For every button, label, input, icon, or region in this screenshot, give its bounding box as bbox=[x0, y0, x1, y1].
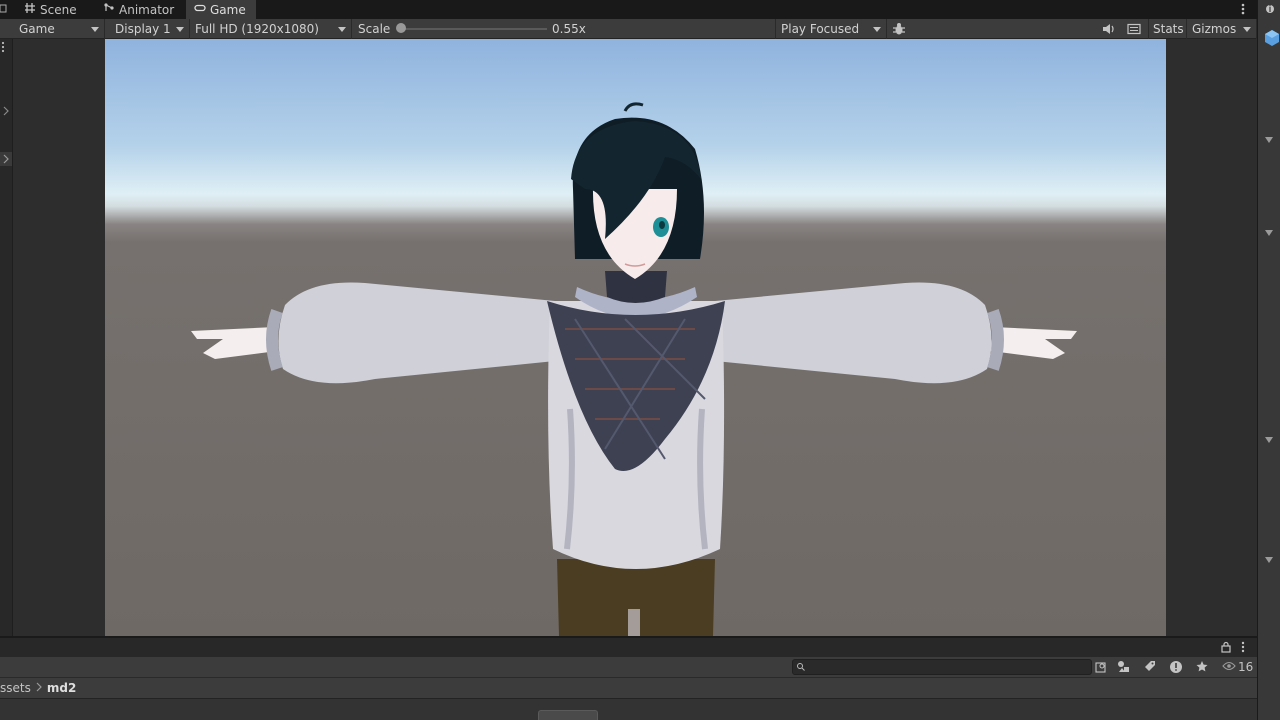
gamepad-icon bbox=[194, 2, 206, 17]
tab-scene[interactable]: Scene bbox=[16, 0, 85, 19]
label-tag-icon[interactable] bbox=[1143, 659, 1157, 675]
play-mode-dropdown[interactable]: Play Focused bbox=[775, 19, 887, 39]
asset-thumbnail[interactable] bbox=[538, 710, 598, 720]
panel-menu-icon[interactable] bbox=[0, 2, 8, 16]
more-options-icon[interactable] bbox=[0, 40, 8, 54]
chevron-down-icon bbox=[91, 27, 99, 32]
asset-grid bbox=[0, 699, 1257, 720]
search-icon bbox=[796, 661, 806, 676]
tab-label: Animator bbox=[119, 2, 175, 17]
chevron-down-icon bbox=[873, 27, 881, 32]
tab-animator[interactable]: Animator bbox=[95, 0, 182, 19]
chevron-down-icon[interactable] bbox=[1264, 134, 1274, 144]
breadcrumb: ssets md2 bbox=[0, 677, 1257, 699]
display-dropdown[interactable]: Display 1 bbox=[110, 19, 190, 39]
stats-button[interactable]: Stats bbox=[1148, 19, 1188, 39]
animator-icon bbox=[103, 2, 115, 17]
left-panel-strip bbox=[0, 39, 13, 636]
scale-label: Scale bbox=[358, 22, 391, 36]
game-viewport[interactable] bbox=[105, 39, 1166, 636]
chevron-down-icon[interactable] bbox=[1264, 227, 1274, 237]
lock-icon[interactable] bbox=[1220, 641, 1232, 653]
audio-icon[interactable] bbox=[1100, 21, 1118, 37]
more-options-icon[interactable] bbox=[1238, 2, 1248, 16]
chevron-down-icon[interactable] bbox=[1264, 434, 1274, 444]
chevron-right-icon[interactable] bbox=[0, 152, 12, 166]
eye-icon bbox=[1222, 660, 1236, 674]
chevron-down-icon[interactable] bbox=[1264, 554, 1274, 564]
chevron-right-icon[interactable] bbox=[1, 105, 11, 117]
dropdown-value: Full HD (1920x1080) bbox=[195, 22, 319, 36]
scale-value: 0.55x bbox=[552, 22, 586, 36]
breadcrumb-root[interactable]: ssets bbox=[0, 681, 31, 695]
warning-filter-icon[interactable] bbox=[1169, 659, 1183, 675]
chevron-down-icon bbox=[176, 27, 184, 32]
display-mode-dropdown[interactable]: Game bbox=[14, 19, 105, 39]
breadcrumb-current[interactable]: md2 bbox=[47, 681, 76, 695]
search-by-type-icon[interactable] bbox=[1094, 659, 1108, 675]
grid-icon bbox=[24, 2, 36, 17]
hidden-count: 16 bbox=[1238, 660, 1254, 674]
cube-icon bbox=[1264, 28, 1280, 48]
inspector-panel-edge bbox=[1257, 0, 1280, 720]
scale-slider-handle[interactable] bbox=[396, 23, 406, 33]
hidden-packages-toggle[interactable]: 16 bbox=[1222, 659, 1256, 675]
dropdown-value: Display 1 bbox=[115, 22, 171, 36]
bug-icon[interactable] bbox=[889, 21, 909, 37]
resolution-dropdown[interactable]: Full HD (1920x1080) bbox=[190, 19, 352, 39]
avatar-render bbox=[191, 102, 1077, 636]
project-search-input[interactable] bbox=[792, 659, 1092, 675]
scale-slider-track[interactable] bbox=[401, 28, 547, 30]
chevron-right-icon bbox=[36, 681, 42, 695]
dropdown-value: Game bbox=[19, 22, 55, 36]
keyboard-icon[interactable] bbox=[1125, 21, 1143, 37]
chevron-down-icon bbox=[1243, 27, 1251, 32]
dropdown-value: Play Focused bbox=[781, 22, 860, 36]
tab-label: Scene bbox=[40, 2, 77, 17]
tab-label: Game bbox=[210, 2, 246, 17]
tab-game[interactable]: Game bbox=[186, 0, 256, 19]
favorite-star-icon[interactable] bbox=[1195, 659, 1209, 675]
gizmos-dropdown[interactable]: Gizmos bbox=[1186, 19, 1257, 39]
filter-type-icon[interactable] bbox=[1116, 659, 1132, 675]
dropdown-value: Gizmos bbox=[1192, 22, 1237, 36]
info-icon[interactable] bbox=[1266, 2, 1274, 16]
more-options-icon[interactable] bbox=[1238, 641, 1248, 653]
chevron-down-icon bbox=[338, 27, 346, 32]
